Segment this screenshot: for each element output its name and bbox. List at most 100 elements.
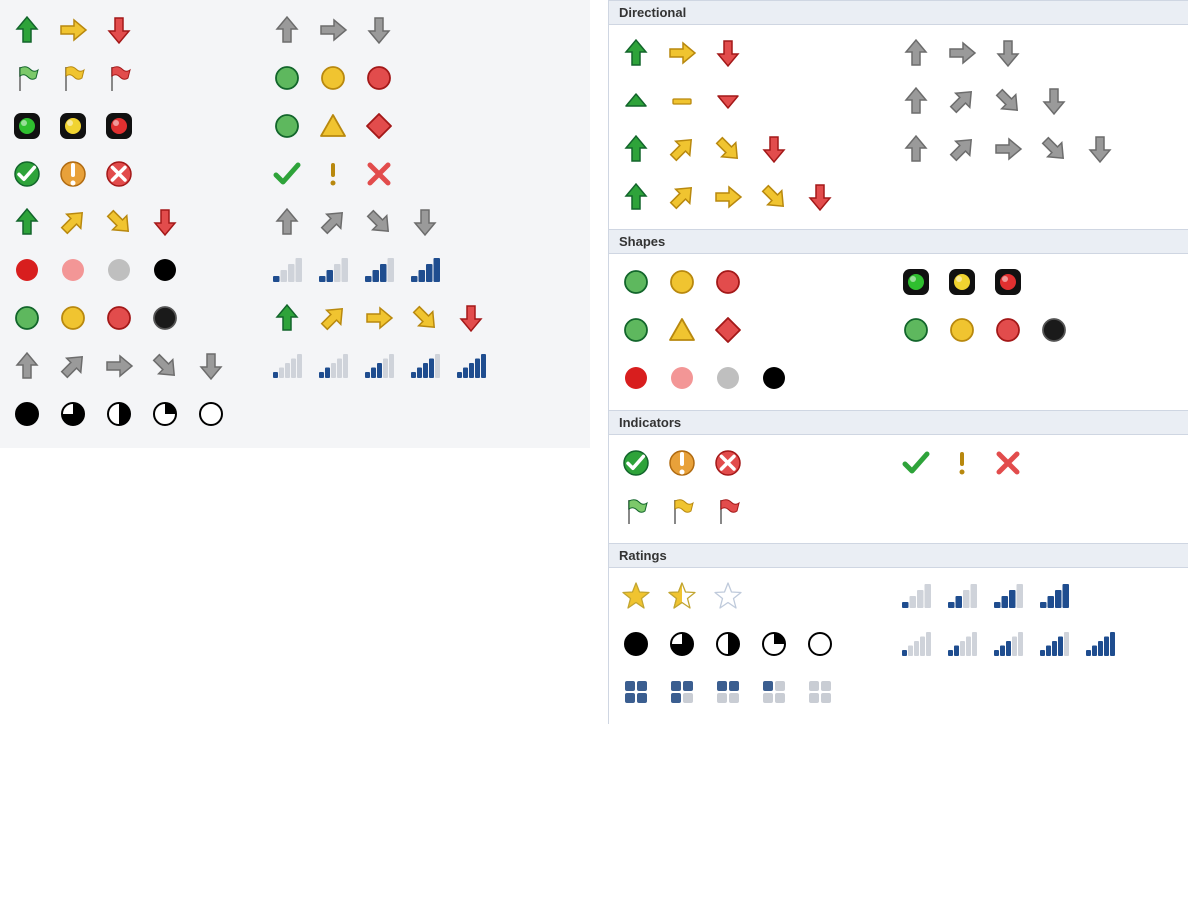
pie-3-icon [665, 627, 699, 661]
icon-set [10, 349, 228, 383]
check-green-icon [899, 446, 933, 480]
arrow-down-red-icon [454, 301, 488, 335]
arrow-dr-yellow-icon [757, 180, 791, 214]
icon-set[interactable] [899, 132, 1117, 166]
icon-set [270, 349, 488, 383]
icon-set[interactable] [899, 265, 1025, 299]
icon-set[interactable] [619, 361, 791, 395]
arrow-up-gray-icon [899, 132, 933, 166]
tri-up-green-icon [619, 84, 653, 118]
arrow-up-green-icon [10, 205, 44, 239]
icon-set[interactable] [899, 627, 1117, 661]
icon-set [270, 13, 396, 47]
icon-set[interactable] [899, 84, 1071, 118]
pie-1-icon [757, 627, 791, 661]
boxes-3-icon [665, 675, 699, 709]
icon-set[interactable] [619, 675, 837, 709]
arrow-dr-gray-icon [148, 349, 182, 383]
flag-red-icon [102, 61, 136, 95]
arrow-right-gray-icon [991, 132, 1025, 166]
bars-5-3-icon [991, 627, 1025, 661]
ball-black-rim-icon [148, 301, 182, 335]
star-empty-icon [711, 579, 745, 613]
boxes-0-icon [803, 675, 837, 709]
bars-4-1-icon [899, 579, 933, 613]
circle-red-icon [991, 313, 1025, 347]
icon-set[interactable] [619, 579, 745, 613]
ball-black-icon [148, 253, 182, 287]
flag-green-icon [619, 494, 653, 528]
icon-set[interactable] [619, 132, 791, 166]
icon-set[interactable] [619, 180, 837, 214]
arrow-right-yellow-icon [362, 301, 396, 335]
arrow-up-green-icon [619, 180, 653, 214]
boxes-2-icon [711, 675, 745, 709]
arrow-ur-yellow-icon [56, 205, 90, 239]
light-red-icon [102, 109, 136, 143]
icon-set[interactable] [619, 627, 837, 661]
triangle-yellow-icon [316, 109, 350, 143]
arrow-down-gray-icon [991, 36, 1025, 70]
pie-2-icon [711, 627, 745, 661]
bars-5-2-icon [945, 627, 979, 661]
icon-set [270, 205, 442, 239]
arrow-ur-gray-icon [945, 84, 979, 118]
star-full-icon [619, 579, 653, 613]
icon-set [10, 61, 136, 95]
circle-yellow-icon [56, 301, 90, 335]
boxes-4-icon [619, 675, 653, 709]
arrow-down-red-icon [148, 205, 182, 239]
icon-set[interactable] [619, 84, 745, 118]
circle-green-icon [619, 313, 653, 347]
icon-set [10, 157, 136, 191]
bars-5-4-icon [408, 349, 442, 383]
arrow-up-gray-icon [10, 349, 44, 383]
icon-set[interactable] [899, 36, 1025, 70]
tri-down-red-icon [711, 84, 745, 118]
arrow-down-red-icon [803, 180, 837, 214]
arrow-dr-yellow-icon [711, 132, 745, 166]
arrow-down-gray-icon [1083, 132, 1117, 166]
diamond-red-icon [711, 313, 745, 347]
bars-4-4-icon [1037, 579, 1071, 613]
circle-red-icon [362, 61, 396, 95]
arrow-right-gray-icon [102, 349, 136, 383]
arrow-down-red-icon [102, 13, 136, 47]
pie-0-icon [194, 397, 228, 431]
pie-4-icon [619, 627, 653, 661]
circle-red-icon [711, 265, 745, 299]
arrow-down-gray-icon [362, 13, 396, 47]
boxes-1-icon [757, 675, 791, 709]
icon-set[interactable] [619, 313, 745, 347]
arrow-down-red-icon [711, 36, 745, 70]
light-yellow-icon [945, 265, 979, 299]
pie-3-icon [56, 397, 90, 431]
icon-set[interactable] [899, 579, 1071, 613]
icon-set[interactable] [899, 446, 1025, 480]
icon-set[interactable] [899, 313, 1071, 347]
light-red-icon [991, 265, 1025, 299]
bars-4-2-icon [945, 579, 979, 613]
bars-4-4-icon [408, 253, 442, 287]
arrow-right-yellow-icon [56, 13, 90, 47]
circle-green-icon [899, 313, 933, 347]
arrow-up-green-icon [270, 301, 304, 335]
arrow-down-red-icon [757, 132, 791, 166]
flag-red-icon [711, 494, 745, 528]
bars-4-3-icon [991, 579, 1025, 613]
flag-yellow-icon [56, 61, 90, 95]
pie-0-icon [803, 627, 837, 661]
icon-set[interactable] [619, 494, 745, 528]
icon-set [10, 205, 182, 239]
bars-5-5-icon [454, 349, 488, 383]
arrow-right-yellow-icon [665, 36, 699, 70]
flag-yellow-icon [665, 494, 699, 528]
icon-set[interactable] [619, 36, 745, 70]
bars-5-5-icon [1083, 627, 1117, 661]
icon-set[interactable] [619, 446, 745, 480]
arrow-up-gray-icon [899, 84, 933, 118]
icon-set[interactable] [619, 265, 745, 299]
category-header-indicators: Indicators [609, 410, 1188, 435]
pie-4-icon [10, 397, 44, 431]
bars-4-3-icon [362, 253, 396, 287]
